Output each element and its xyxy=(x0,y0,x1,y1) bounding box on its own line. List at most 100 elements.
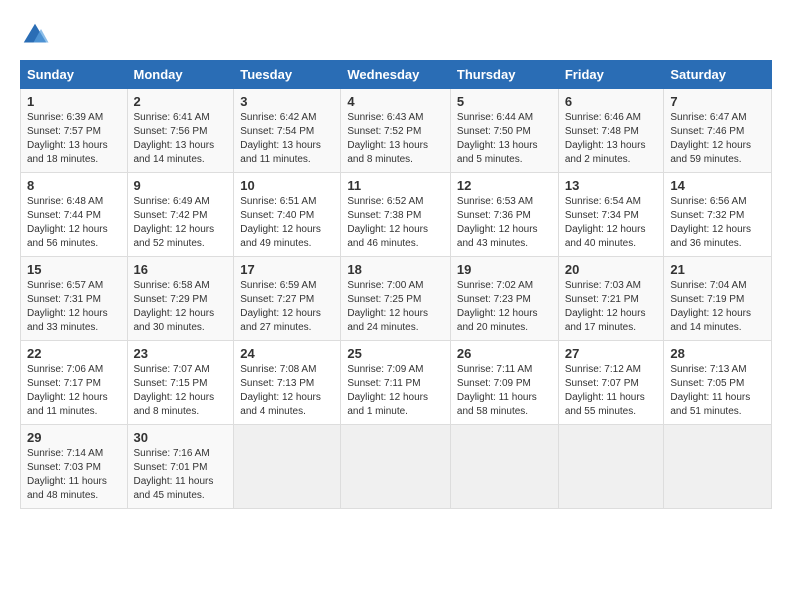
day-number: 20 xyxy=(565,262,658,277)
day-number: 28 xyxy=(670,346,765,361)
day-number: 16 xyxy=(134,262,228,277)
day-info: Sunrise: 6:52 AMSunset: 7:38 PMDaylight:… xyxy=(347,195,444,251)
day-info: Sunrise: 6:59 AMSunset: 7:27 PMDaylight:… xyxy=(240,279,334,335)
day-number: 7 xyxy=(670,94,765,109)
day-info: Sunrise: 6:44 AMSunset: 7:50 PMDaylight:… xyxy=(457,111,552,167)
day-number: 10 xyxy=(240,178,334,193)
calendar-cell: 11 Sunrise: 6:52 AMSunset: 7:38 PMDayligh… xyxy=(341,173,451,257)
calendar-cell: 21 Sunrise: 7:04 AMSunset: 7:19 PMDayligh… xyxy=(664,257,772,341)
col-thursday: Thursday xyxy=(450,61,558,89)
calendar-cell: 17 Sunrise: 6:59 AMSunset: 7:27 PMDayligh… xyxy=(234,257,341,341)
day-info: Sunrise: 6:46 AMSunset: 7:48 PMDaylight:… xyxy=(565,111,658,167)
col-friday: Friday xyxy=(558,61,664,89)
calendar-cell: 7 Sunrise: 6:47 AMSunset: 7:46 PMDaylight… xyxy=(664,89,772,173)
day-info: Sunrise: 6:56 AMSunset: 7:32 PMDaylight:… xyxy=(670,195,765,251)
day-number: 9 xyxy=(134,178,228,193)
calendar-cell: 25Sunrise: 7:09 AMSunset: 7:11 PMDayligh… xyxy=(341,341,451,425)
day-info: Sunrise: 6:39 AMSunset: 7:57 PMDaylight:… xyxy=(27,111,121,167)
day-info: Sunrise: 6:58 AMSunset: 7:29 PMDaylight:… xyxy=(134,279,228,335)
day-number: 18 xyxy=(347,262,444,277)
calendar-cell: 9 Sunrise: 6:49 AMSunset: 7:42 PMDaylight… xyxy=(127,173,234,257)
calendar-table: Sunday Monday Tuesday Wednesday Thursday… xyxy=(20,60,772,509)
day-info: Sunrise: 6:57 AMSunset: 7:31 PMDaylight:… xyxy=(27,279,121,335)
calendar-cell: 3Sunrise: 6:42 AMSunset: 7:54 PMDaylight… xyxy=(234,89,341,173)
day-number: 6 xyxy=(565,94,658,109)
day-number: 19 xyxy=(457,262,552,277)
calendar-cell: 2 Sunrise: 6:41 AMSunset: 7:56 PMDaylight… xyxy=(127,89,234,173)
logo-icon xyxy=(20,20,50,50)
calendar-cell xyxy=(558,425,664,509)
calendar-cell: 10 Sunrise: 6:51 AMSunset: 7:40 PMDayligh… xyxy=(234,173,341,257)
calendar-cell xyxy=(450,425,558,509)
calendar-cell: 8Sunrise: 6:48 AMSunset: 7:44 PMDaylight… xyxy=(21,173,128,257)
calendar-cell: 23 Sunrise: 7:07 AMSunset: 7:15 PMDayligh… xyxy=(127,341,234,425)
day-info: Sunrise: 6:51 AMSunset: 7:40 PMDaylight:… xyxy=(240,195,334,251)
day-number: 2 xyxy=(134,94,228,109)
day-number: 8 xyxy=(27,178,121,193)
calendar-cell: 29 Sunrise: 7:14 AMSunset: 7:03 PMDayligh… xyxy=(21,425,128,509)
day-info: Sunrise: 6:49 AMSunset: 7:42 PMDaylight:… xyxy=(134,195,228,251)
day-info: Sunrise: 7:04 AMSunset: 7:19 PMDaylight:… xyxy=(670,279,765,335)
calendar-week-row: 29 Sunrise: 7:14 AMSunset: 7:03 PMDayligh… xyxy=(21,425,772,509)
col-wednesday: Wednesday xyxy=(341,61,451,89)
page-header xyxy=(20,20,772,50)
calendar-cell: 12Sunrise: 6:53 AMSunset: 7:36 PMDayligh… xyxy=(450,173,558,257)
day-number: 15 xyxy=(27,262,121,277)
day-number: 13 xyxy=(565,178,658,193)
calendar-week-row: 22Sunrise: 7:06 AMSunset: 7:17 PMDayligh… xyxy=(21,341,772,425)
day-number: 11 xyxy=(347,178,444,193)
day-info: Sunrise: 7:11 AMSunset: 7:09 PMDaylight:… xyxy=(457,363,552,419)
day-number: 29 xyxy=(27,430,121,445)
day-info: Sunrise: 6:54 AMSunset: 7:34 PMDaylight:… xyxy=(565,195,658,251)
calendar-cell: 14 Sunrise: 6:56 AMSunset: 7:32 PMDayligh… xyxy=(664,173,772,257)
calendar-week-row: 15 Sunrise: 6:57 AMSunset: 7:31 PMDayligh… xyxy=(21,257,772,341)
calendar-cell: 20 Sunrise: 7:03 AMSunset: 7:21 PMDayligh… xyxy=(558,257,664,341)
day-info: Sunrise: 7:13 AMSunset: 7:05 PMDaylight:… xyxy=(670,363,765,419)
day-info: Sunrise: 7:06 AMSunset: 7:17 PMDaylight:… xyxy=(27,363,121,419)
calendar-cell: 28 Sunrise: 7:13 AMSunset: 7:05 PMDayligh… xyxy=(664,341,772,425)
calendar-cell: 16 Sunrise: 6:58 AMSunset: 7:29 PMDayligh… xyxy=(127,257,234,341)
day-info: Sunrise: 7:02 AMSunset: 7:23 PMDaylight:… xyxy=(457,279,552,335)
calendar-week-row: 8Sunrise: 6:48 AMSunset: 7:44 PMDaylight… xyxy=(21,173,772,257)
calendar-cell: 5 Sunrise: 6:44 AMSunset: 7:50 PMDaylight… xyxy=(450,89,558,173)
calendar-header-row: Sunday Monday Tuesday Wednesday Thursday… xyxy=(21,61,772,89)
calendar-cell: 15 Sunrise: 6:57 AMSunset: 7:31 PMDayligh… xyxy=(21,257,128,341)
day-info: Sunrise: 6:41 AMSunset: 7:56 PMDaylight:… xyxy=(134,111,228,167)
calendar-cell: 30 Sunrise: 7:16 AMSunset: 7:01 PMDayligh… xyxy=(127,425,234,509)
calendar-cell xyxy=(234,425,341,509)
day-info: Sunrise: 7:03 AMSunset: 7:21 PMDaylight:… xyxy=(565,279,658,335)
day-number: 21 xyxy=(670,262,765,277)
day-info: Sunrise: 6:47 AMSunset: 7:46 PMDaylight:… xyxy=(670,111,765,167)
day-info: Sunrise: 7:07 AMSunset: 7:15 PMDaylight:… xyxy=(134,363,228,419)
calendar-cell: 1 Sunrise: 6:39 AMSunset: 7:57 PMDaylight… xyxy=(21,89,128,173)
calendar-cell: 24Sunrise: 7:08 AMSunset: 7:13 PMDayligh… xyxy=(234,341,341,425)
calendar-cell: 18 Sunrise: 7:00 AMSunset: 7:25 PMDayligh… xyxy=(341,257,451,341)
day-number: 5 xyxy=(457,94,552,109)
col-saturday: Saturday xyxy=(664,61,772,89)
day-number: 4 xyxy=(347,94,444,109)
calendar-cell xyxy=(341,425,451,509)
calendar-cell xyxy=(664,425,772,509)
day-number: 12 xyxy=(457,178,552,193)
logo xyxy=(20,20,54,50)
day-number: 14 xyxy=(670,178,765,193)
calendar-cell: 19 Sunrise: 7:02 AMSunset: 7:23 PMDayligh… xyxy=(450,257,558,341)
day-info: Sunrise: 7:00 AMSunset: 7:25 PMDaylight:… xyxy=(347,279,444,335)
day-number: 27 xyxy=(565,346,658,361)
day-info: Sunrise: 7:16 AMSunset: 7:01 PMDaylight:… xyxy=(134,447,228,503)
day-number: 23 xyxy=(134,346,228,361)
col-monday: Monday xyxy=(127,61,234,89)
day-number: 24 xyxy=(240,346,334,361)
day-info: Sunrise: 7:14 AMSunset: 7:03 PMDaylight:… xyxy=(27,447,121,503)
day-number: 26 xyxy=(457,346,552,361)
day-number: 1 xyxy=(27,94,121,109)
day-number: 17 xyxy=(240,262,334,277)
calendar-cell: 4 Sunrise: 6:43 AMSunset: 7:52 PMDaylight… xyxy=(341,89,451,173)
day-number: 30 xyxy=(134,430,228,445)
day-number: 3 xyxy=(240,94,334,109)
calendar-cell: 27Sunrise: 7:12 AMSunset: 7:07 PMDayligh… xyxy=(558,341,664,425)
day-number: 25 xyxy=(347,346,444,361)
day-info: Sunrise: 6:43 AMSunset: 7:52 PMDaylight:… xyxy=(347,111,444,167)
col-tuesday: Tuesday xyxy=(234,61,341,89)
calendar-cell: 13 Sunrise: 6:54 AMSunset: 7:34 PMDayligh… xyxy=(558,173,664,257)
